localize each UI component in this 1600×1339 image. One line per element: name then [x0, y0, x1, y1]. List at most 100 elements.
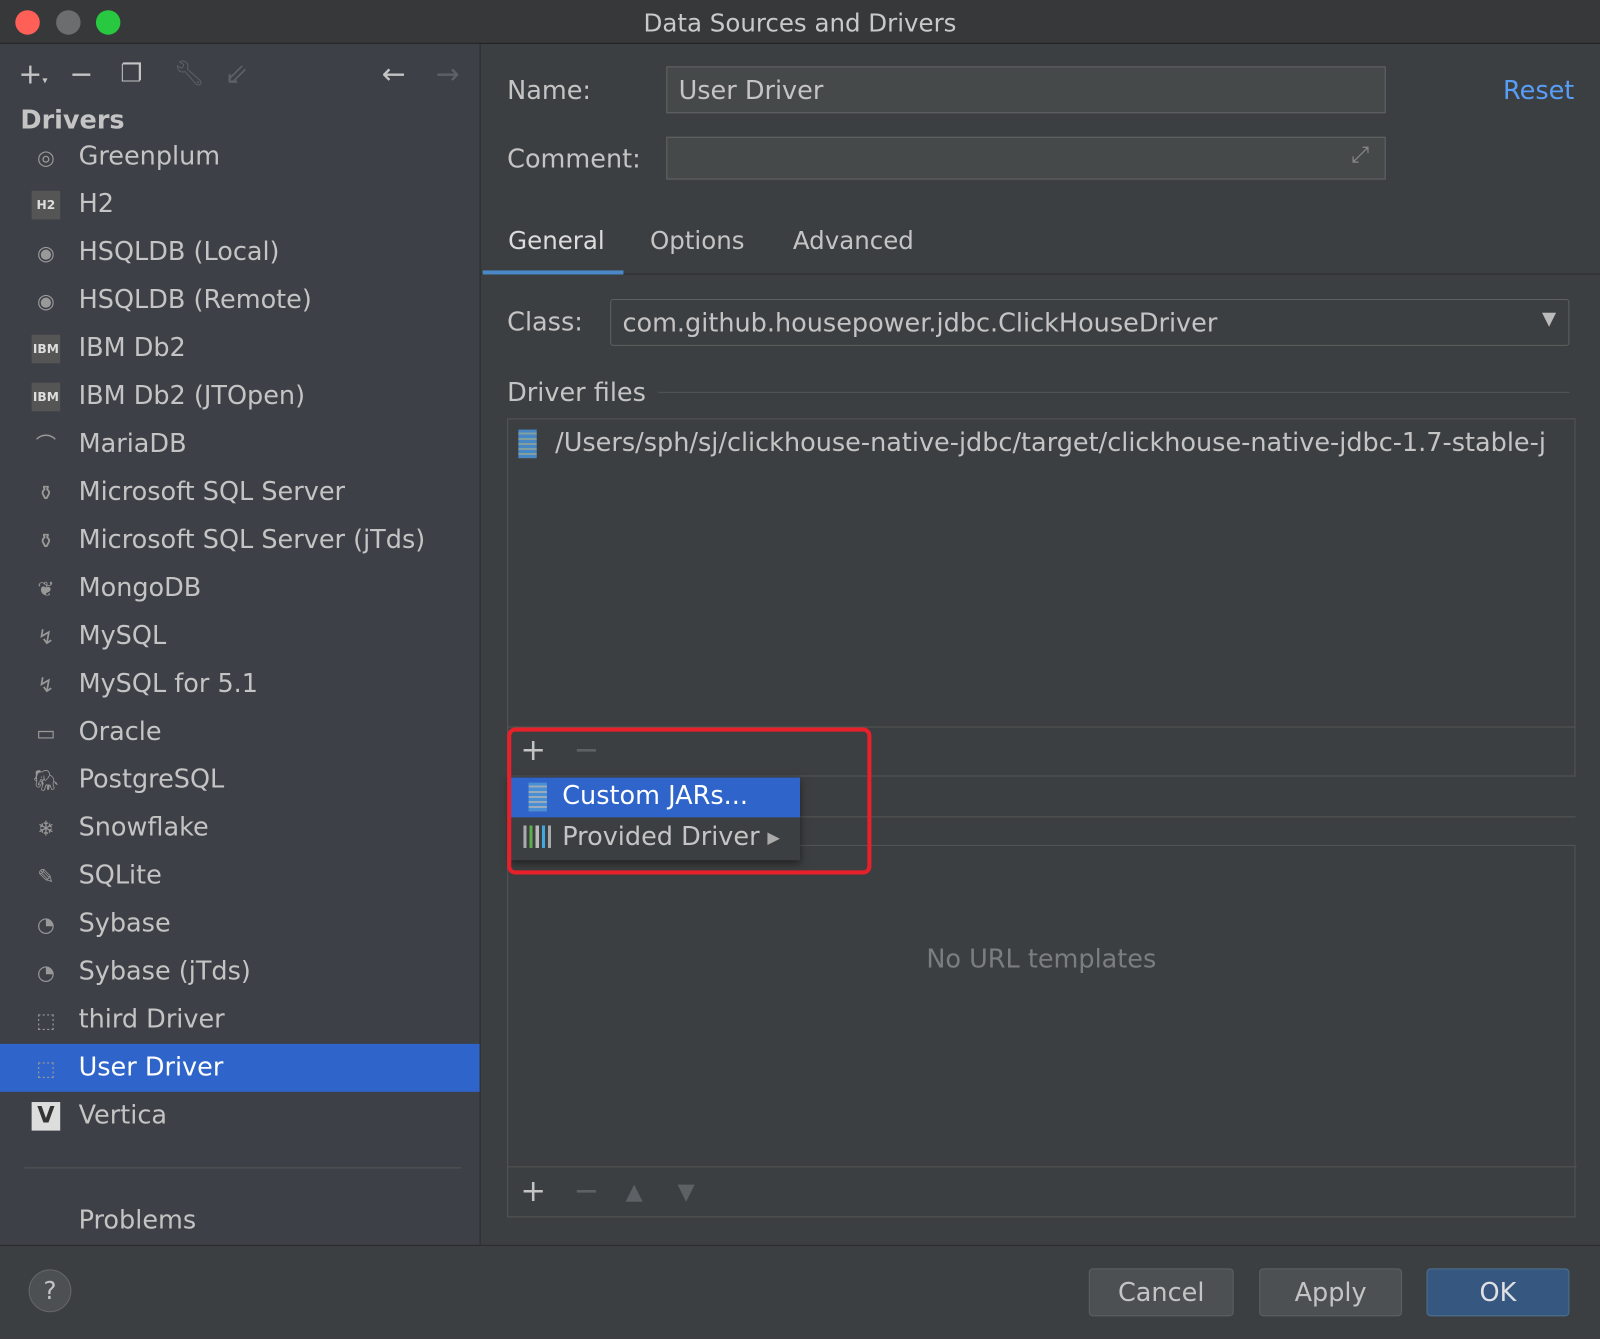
apply-button[interactable]: Apply — [1259, 1268, 1403, 1317]
active-tab-indicator — [482, 270, 624, 275]
sidebar-item-oracle[interactable]: ▭ Oracle — [0, 708, 480, 756]
driver-files-list[interactable]: /Users/sph/sj/clickhouse-native-jdbc/tar… — [507, 418, 1576, 777]
sidebar-item-greenplum[interactable]: ◎ Greenplum — [0, 133, 480, 181]
ibm-db2-icon: IBM — [31, 334, 61, 364]
driver-files-label: Driver files — [507, 377, 646, 408]
drivers-heading: Drivers — [20, 105, 125, 135]
sidebar-item-label: MySQL — [78, 620, 167, 650]
sidebar-item-label: Vertica — [78, 1099, 167, 1130]
sidebar-item-label: MongoDB — [78, 572, 202, 603]
class-value: com.github.housepower.jdbc.ClickHouseDri… — [622, 308, 1218, 338]
tab-options[interactable]: Options — [650, 227, 744, 256]
sidebar-item-h2[interactable]: H2 H2 — [0, 181, 480, 229]
mongodb-icon: ❦ — [37, 576, 55, 602]
menu-item-provided-driver[interactable]: Provided Driver ▶ — [510, 818, 800, 858]
sidebar-item-label: User Driver — [78, 1052, 224, 1082]
jar-file-icon — [528, 782, 547, 812]
hsqldb-icon: ◉ — [37, 288, 55, 314]
forward-arrow-icon: → — [435, 57, 460, 91]
problems-item[interactable]: Problems — [79, 1205, 197, 1235]
sidebar-item-microsoft-sql-server[interactable]: ⚱ Microsoft SQL Server — [0, 468, 480, 516]
sidebar-item-label: third Driver — [78, 1004, 225, 1034]
sidebar-item-label: Oracle — [78, 716, 162, 746]
sidebar-item-third-driver[interactable]: ⬚ third Driver — [0, 996, 480, 1044]
sidebar-item-snowflake[interactable]: ❄ Snowflake — [0, 804, 480, 852]
ibm-db2-icon: IBM — [31, 382, 61, 412]
sidebar-item-label: Microsoft SQL Server (jTds) — [78, 524, 426, 555]
name-input[interactable]: User Driver — [666, 66, 1386, 114]
sidebar-item-sybase[interactable]: ◔ Sybase — [0, 900, 480, 948]
cancel-button[interactable]: Cancel — [1088, 1268, 1234, 1317]
sidebar-item-ibm-db2-jtopen[interactable]: IBM IBM Db2 (JTOpen) — [0, 372, 480, 420]
sidebar-item-label: Greenplum — [78, 140, 221, 171]
duplicate-icon[interactable]: ❐ — [120, 59, 142, 88]
sidebar-item-label: MySQL for 5.1 — [78, 668, 259, 698]
mariadb-icon: ⌒ — [35, 432, 57, 458]
sidebar-item-label: Sybase (jTds) — [78, 956, 251, 986]
sidebar-item-user-driver[interactable]: ⬚ User Driver — [0, 1043, 480, 1092]
menu-item-custom-jars[interactable]: Custom JARs... — [510, 777, 800, 818]
mssql-icon: ⚱ — [37, 528, 55, 554]
sidebar-item-label: PostgreSQL — [78, 764, 225, 794]
sidebar-item-mysql-for-5-1[interactable]: ↯ MySQL for 5.1 — [0, 660, 480, 708]
sidebar-item-microsoft-sql-server-jtds[interactable]: ⚱ Microsoft SQL Server (jTds) — [0, 516, 480, 564]
sidebar-item-ibm-db2[interactable]: IBM IBM Db2 — [0, 324, 480, 372]
name-label: Name: — [507, 75, 592, 106]
sidebar-item-mysql[interactable]: ↯ MySQL — [0, 612, 480, 660]
submenu-arrow-icon: ▶ — [767, 827, 780, 847]
sidebar-item-vertica[interactable]: V Vertica — [0, 1092, 480, 1140]
sybase-icon: ◔ — [37, 960, 55, 985]
tab-advanced[interactable]: Advanced — [793, 227, 914, 256]
sidebar-item-label: HSQLDB (Local) — [78, 236, 280, 267]
move-up-icon: ▲ — [625, 1179, 643, 1206]
sidebar-item-label: Snowflake — [78, 812, 209, 842]
sidebar-item-label: H2 — [78, 188, 114, 219]
chevron-down-icon[interactable]: ▼ — [1542, 308, 1556, 329]
class-combobox[interactable]: com.github.housepower.jdbc.ClickHouseDri… — [610, 298, 1570, 346]
user-driver-icon: ⬚ — [36, 1056, 56, 1081]
url-templates-list[interactable]: No URL templates — [507, 844, 1577, 1218]
driver-file-item[interactable]: /Users/sph/sj/clickhouse-native-jdbc/tar… — [555, 428, 1546, 458]
minus-icon[interactable]: − — [69, 57, 93, 91]
plus-dropdown-icon[interactable]: +▾ — [18, 57, 47, 91]
sidebar-item-label: IBM Db2 (JTOpen) — [78, 380, 306, 411]
tab-general[interactable]: General — [508, 227, 605, 256]
sidebar-item-mariadb[interactable]: ⌒ MariaDB — [0, 420, 480, 468]
add-url-template-button[interactable]: + — [520, 1173, 546, 1209]
postgresql-icon: 🐘︎ — [32, 768, 59, 793]
sidebar-item-label: Sybase — [78, 908, 171, 938]
mysql-icon: ↯ — [37, 624, 55, 649]
no-url-templates-text: No URL templates — [926, 943, 1157, 974]
back-arrow-icon[interactable]: ← — [382, 57, 406, 91]
h2-icon: H2 — [31, 190, 61, 220]
ok-button[interactable]: OK — [1426, 1268, 1570, 1317]
help-button[interactable]: ? — [28, 1269, 72, 1313]
snowflake-icon: ❄ — [37, 816, 55, 841]
jar-file-icon — [518, 429, 537, 459]
sidebar-item-postgresql[interactable]: 🐘︎ PostgreSQL — [0, 756, 480, 804]
class-label: Class: — [507, 307, 583, 337]
sidebar-item-mongodb[interactable]: ❦ MongoDB — [0, 564, 480, 612]
sidebar-item-sqlite[interactable]: ✎ SQLite — [0, 852, 480, 900]
import-icon: ⇙ — [224, 57, 249, 91]
divider — [658, 391, 1570, 393]
add-file-popup-menu: Custom JARs... Provided Driver ▶ — [510, 777, 800, 861]
sidebar-item-hsqldb-local[interactable]: ◉ HSQLDB (Local) — [0, 229, 480, 277]
sidebar-item-hsqldb-remote[interactable]: ◉ HSQLDB (Remote) — [0, 277, 480, 325]
title-bar: Data Sources and Drivers — [0, 0, 1600, 44]
remove-url-template-button: − — [573, 1173, 600, 1210]
divider — [24, 1167, 462, 1169]
reset-link[interactable]: Reset — [1503, 76, 1574, 106]
add-driver-file-button[interactable]: + — [520, 733, 546, 769]
comment-input[interactable] — [666, 136, 1386, 180]
expand-icon[interactable]: ⤢ — [1351, 143, 1369, 169]
remove-driver-file-button: − — [573, 732, 600, 769]
comment-label: Comment: — [507, 143, 641, 174]
provided-driver-icon — [523, 825, 553, 848]
mysql-icon: ↯ — [37, 672, 55, 697]
hsqldb-icon: ◉ — [37, 240, 55, 266]
sqlite-icon: ✎ — [37, 864, 55, 889]
sidebar-item-sybase-jtds[interactable]: ◔ Sybase (jTds) — [0, 948, 480, 996]
user-driver-icon: ⬚ — [36, 1008, 56, 1033]
mssql-icon: ⚱ — [37, 480, 55, 506]
